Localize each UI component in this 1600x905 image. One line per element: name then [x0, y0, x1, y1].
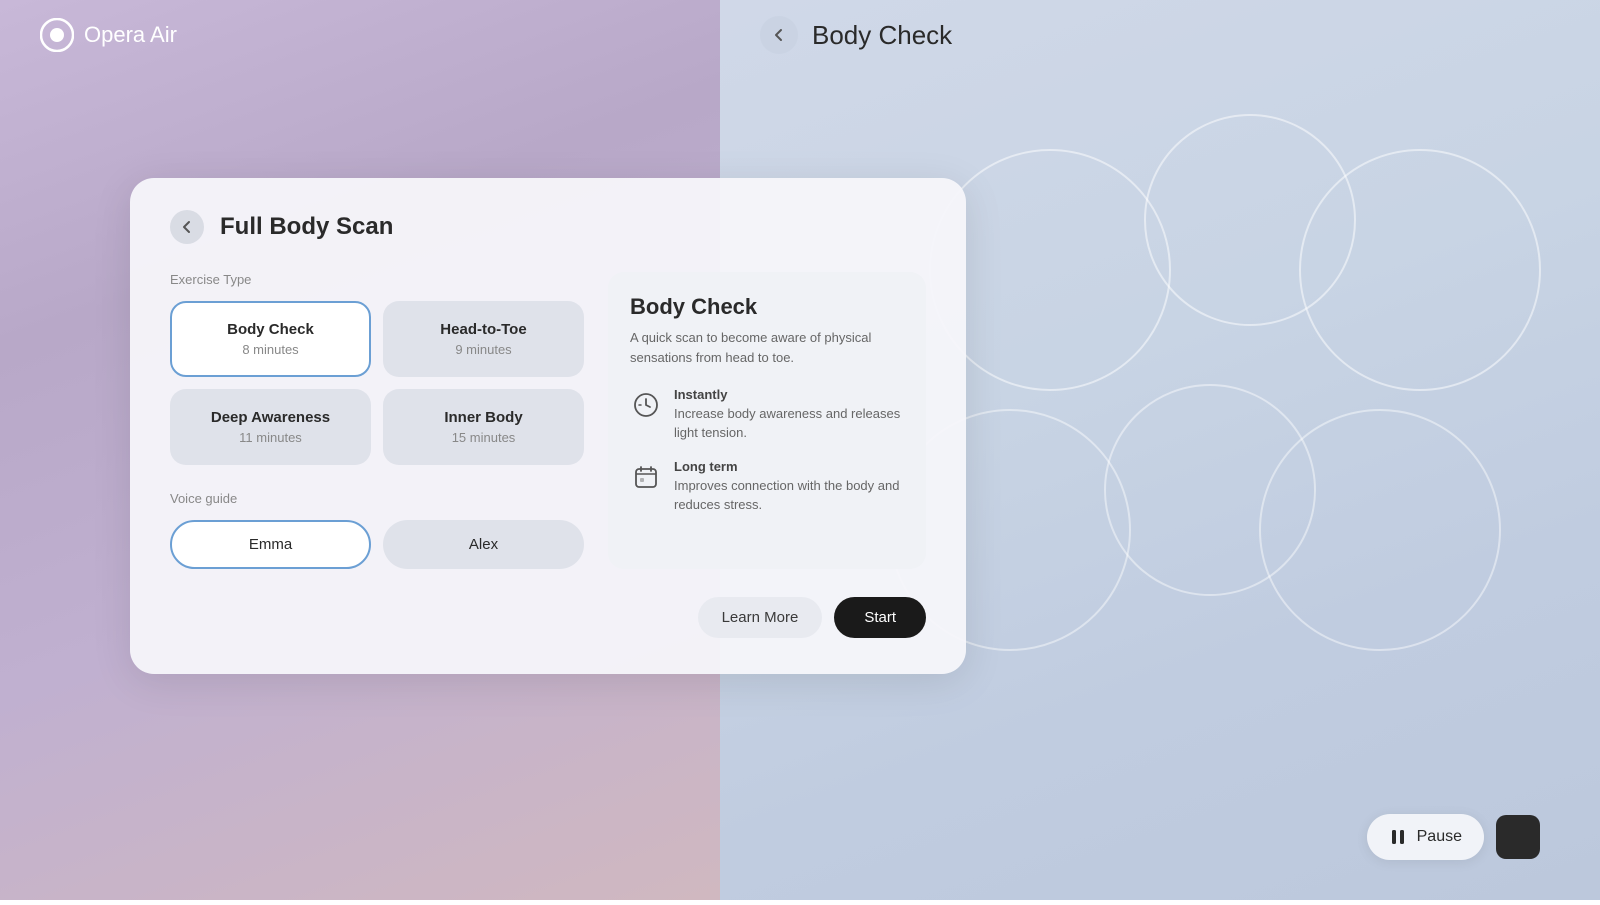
exercise-grid: Body Check 8 minutes Head-to-Toe 9 minut…	[170, 301, 584, 465]
exercise-body-check[interactable]: Body Check 8 minutes	[170, 301, 371, 377]
benefit-instantly: Instantly Increase body awareness and re…	[630, 387, 904, 443]
exercise-name-1: Head-to-Toe	[397, 321, 570, 338]
logo: Opera Air	[40, 18, 177, 52]
pause-label: Pause	[1417, 828, 1462, 846]
card-header: Full Body Scan	[170, 210, 926, 244]
main-card: Full Body Scan Exercise Type Body Check …	[130, 178, 966, 674]
calendar-icon	[630, 461, 662, 493]
info-description: A quick scan to become aware of physical…	[630, 328, 904, 367]
pause-button[interactable]: Pause	[1367, 814, 1484, 860]
exercise-head-to-toe[interactable]: Head-to-Toe 9 minutes	[383, 301, 584, 377]
back-button-header[interactable]	[760, 16, 798, 54]
voice-grid: Emma Alex	[170, 520, 584, 569]
card-title: Full Body Scan	[220, 213, 393, 241]
clock-icon	[630, 389, 662, 421]
action-row: Learn More Start	[170, 597, 926, 638]
benefit-longterm-label: Long term	[674, 459, 904, 474]
exercise-type-label: Exercise Type	[170, 272, 584, 287]
start-button[interactable]: Start	[834, 597, 926, 638]
voice-emma[interactable]: Emma	[170, 520, 371, 569]
exercise-inner-body[interactable]: Inner Body 15 minutes	[383, 389, 584, 465]
exercise-name-3: Inner Body	[397, 409, 570, 426]
exercise-name-2: Deep Awareness	[184, 409, 357, 426]
bottom-controls: Pause	[1367, 814, 1540, 860]
exercise-name-0: Body Check	[184, 321, 357, 338]
logo-text: Opera Air	[84, 22, 177, 48]
card-body: Exercise Type Body Check 8 minutes Head-…	[170, 272, 926, 569]
exercise-duration-1: 9 minutes	[397, 342, 570, 357]
info-title: Body Check	[630, 294, 904, 320]
voice-guide-label: Voice guide	[170, 491, 584, 506]
benefit-longterm-desc: Improves connection with the body and re…	[674, 478, 899, 512]
info-panel: Body Check A quick scan to become aware …	[608, 272, 926, 569]
exercise-duration-3: 15 minutes	[397, 430, 570, 445]
learn-more-button[interactable]: Learn More	[698, 597, 823, 638]
header: Opera Air Body Check	[0, 0, 1600, 70]
benefit-long-term: Long term Improves connection with the b…	[630, 459, 904, 515]
exercise-duration-2: 11 minutes	[184, 430, 357, 445]
exercise-duration-0: 8 minutes	[184, 342, 357, 357]
benefit-instantly-label: Instantly	[674, 387, 904, 402]
header-right: Body Check	[720, 0, 952, 70]
opera-logo-icon	[40, 18, 74, 52]
voice-alex[interactable]: Alex	[383, 520, 584, 569]
benefit-instantly-desc: Increase body awareness and releases lig…	[674, 406, 900, 440]
pause-icon	[1389, 828, 1407, 846]
back-button-card[interactable]	[170, 210, 204, 244]
stop-button[interactable]	[1496, 815, 1540, 859]
left-panel: Exercise Type Body Check 8 minutes Head-…	[170, 272, 584, 569]
page-title: Body Check	[812, 20, 952, 51]
exercise-deep-awareness[interactable]: Deep Awareness 11 minutes	[170, 389, 371, 465]
